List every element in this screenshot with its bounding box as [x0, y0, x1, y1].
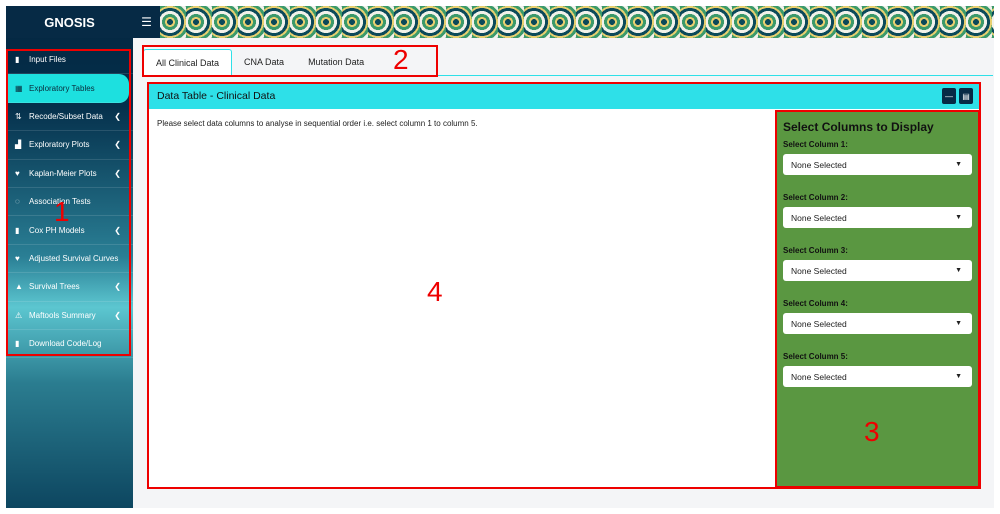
header-banner [160, 6, 994, 38]
annotation-label-2: 2 [393, 44, 409, 75]
annotation-label-4: 4 [427, 276, 443, 307]
annotation-label-1: 1 [54, 196, 70, 227]
app-logo: GNOSIS [6, 6, 133, 38]
hamburger-icon[interactable]: ☰ [133, 6, 160, 38]
annotation-label-3: 3 [864, 416, 880, 447]
annotation-box-4 [147, 82, 981, 489]
